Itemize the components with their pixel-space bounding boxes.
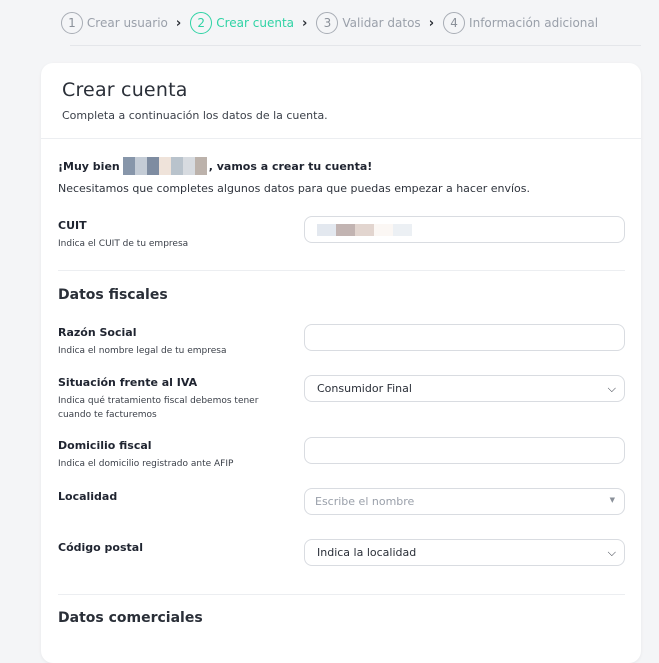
fiscal-section-title: Datos fiscales	[58, 287, 168, 303]
iva-select[interactable]: Consumidor Final ⌵	[304, 375, 625, 402]
domicilio-input[interactable]	[304, 437, 625, 464]
step-label: Crear cuenta	[216, 16, 295, 30]
step-crear-cuenta[interactable]: 2 Crear cuenta	[190, 12, 294, 34]
razon-social-input[interactable]	[304, 324, 625, 351]
chevron-right-icon: ›	[428, 15, 435, 31]
iva-row: Situación frente al IVA Indica qué trata…	[58, 375, 625, 422]
step-crear-usuario[interactable]: 1 Crear usuario	[60, 12, 168, 34]
page-title: Crear cuenta	[62, 79, 188, 101]
step-validar-datos[interactable]: 3 Validar datos	[316, 12, 421, 34]
greeting-suffix: , vamos a crear tu cuenta!	[208, 159, 373, 173]
stepper-divider	[70, 45, 641, 46]
step-label: Crear usuario	[86, 16, 168, 30]
codigo-postal-selected-value: Indica la localidad	[317, 546, 417, 559]
chevron-down-icon: ⌵	[607, 546, 616, 559]
cuit-row: CUIT Indica el CUIT de tu empresa	[58, 216, 625, 251]
step-number: 4	[443, 12, 466, 34]
chevron-right-icon: ›	[302, 15, 308, 31]
commercial-section-title: Datos comerciales	[58, 610, 203, 626]
iva-selected-value: Consumidor Final	[317, 382, 412, 395]
cuit-hint: Indica el CUIT de tu empresa	[58, 239, 189, 249]
page-subtitle: Completa a continuación los datos de la …	[62, 109, 328, 122]
chevron-down-icon: ⌵	[607, 382, 616, 395]
step-label: Información adicional	[469, 16, 599, 30]
step-number: 2	[190, 12, 213, 34]
greeting-line: ¡Muy bien , vamos a crear tu cuenta!	[58, 157, 372, 175]
create-account-card: Crear cuenta Completa a continuación los…	[41, 63, 641, 663]
codigo-postal-row: Código postal Indica la localidad ⌵	[58, 539, 625, 566]
card-header: Crear cuenta Completa a continuación los…	[41, 63, 641, 139]
step-label: Validar datos	[342, 16, 421, 30]
section-divider	[58, 270, 625, 271]
razon-social-row: Razón Social Indica el nombre legal de t…	[58, 324, 625, 358]
intro-text: Necesitamos que completes algunos datos …	[58, 182, 531, 195]
greeting-prefix: ¡Muy bien	[58, 159, 120, 173]
redacted-cuit-value	[317, 223, 412, 236]
localidad-autocomplete[interactable]: Escribe el nombre ▼	[304, 488, 625, 515]
section-divider	[58, 594, 625, 595]
caret-down-icon: ▼	[609, 496, 615, 504]
localidad-row: Localidad Escribe el nombre ▼	[58, 488, 625, 515]
redacted-username	[122, 157, 207, 175]
step-number: 3	[316, 12, 339, 34]
localidad-placeholder: Escribe el nombre	[315, 495, 415, 508]
cuit-input[interactable]	[304, 216, 625, 243]
razon-social-hint: Indica el nombre legal de tu empresa	[58, 346, 227, 356]
step-informacion-adicional[interactable]: 4 Información adicional	[443, 12, 598, 34]
step-number: 1	[60, 12, 83, 34]
codigo-postal-select[interactable]: Indica la localidad ⌵	[304, 539, 625, 566]
domicilio-row: Domicilio fiscal Indica el domicilio reg…	[58, 437, 625, 471]
progress-stepper: 1 Crear usuario › 2 Crear cuenta › 3 Val…	[0, 0, 659, 46]
chevron-right-icon: ›	[175, 15, 182, 31]
domicilio-hint: Indica el domicilio registrado ante AFIP	[58, 459, 234, 469]
iva-hint: Indica qué tratamiento fiscal debemos te…	[58, 396, 259, 420]
